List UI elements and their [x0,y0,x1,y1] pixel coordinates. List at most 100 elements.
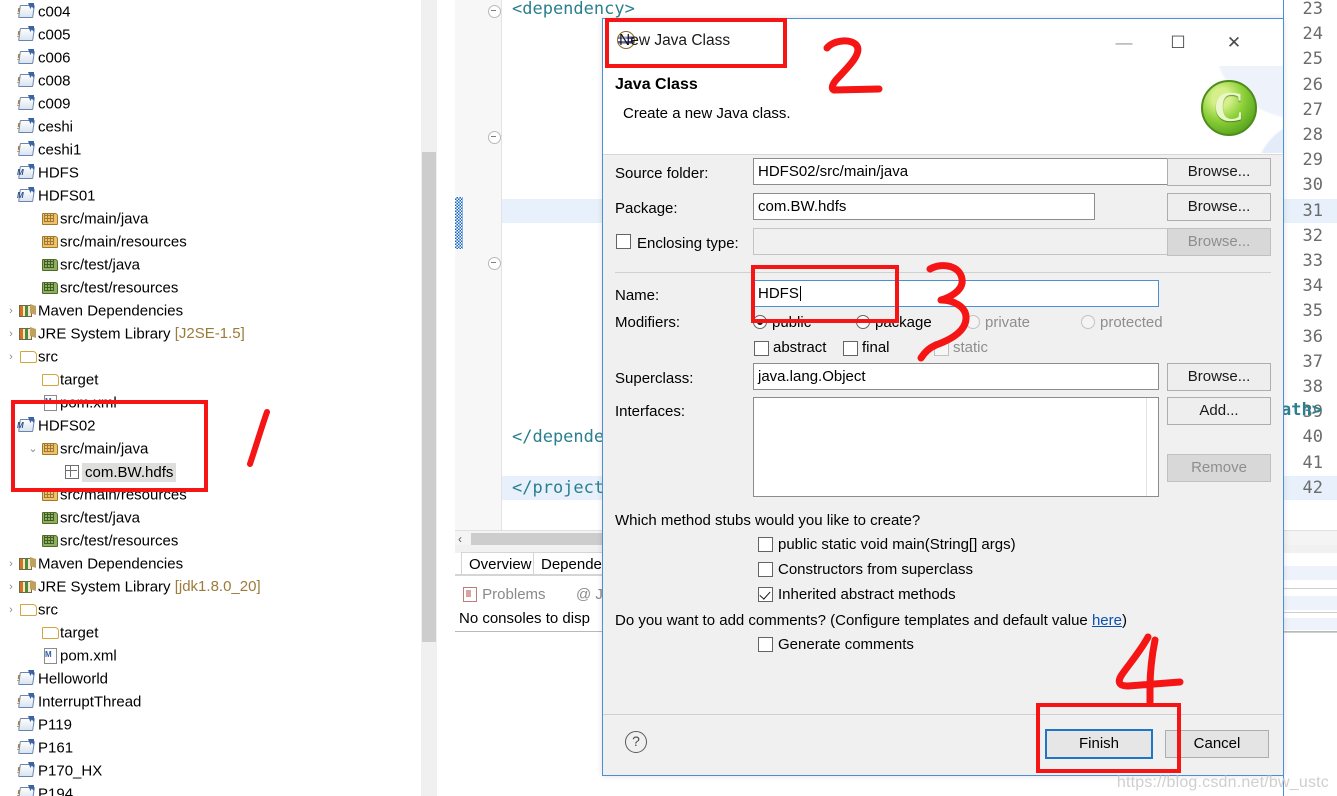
code-fragment-right: ath> [1281,400,1322,420]
tree-twisty-icon[interactable]: › [4,599,18,622]
tree-item[interactable]: M HDFS02 [0,414,437,437]
source-folder-browse-button[interactable]: Browse... [1167,158,1271,186]
tree-twisty-icon[interactable]: › [4,323,18,346]
explorer-scroll-thumb[interactable] [422,152,436,642]
modifier-checkbox-abstract[interactable] [754,341,769,356]
stub-checkbox-2[interactable] [758,587,773,602]
modifier-checkbox-final[interactable] [843,341,858,356]
tree-twisty-icon[interactable]: › [4,346,18,369]
maven-project-icon: M [17,187,38,203]
tree-item[interactable]: › JRE System Library [jdk1.8.0_20] [0,575,437,598]
tree-item[interactable]: ! P170_HX [0,759,437,782]
watermark: https://blog.csdn.net/bw_ustc [1116,774,1329,791]
tree-item[interactable]: M HDFS [0,161,437,184]
code-fold-icon[interactable] [488,257,501,270]
tree-item[interactable]: ⌄ src/main/java [0,437,437,460]
stub-checkbox-0[interactable] [758,537,773,552]
finish-button[interactable]: Finish [1045,729,1153,759]
tree-item[interactable]: com.BW.hdfs [0,460,437,483]
maximize-button[interactable]: ☐ [1155,29,1201,57]
enclosing-type-input[interactable] [753,228,1169,255]
scroll-left-arrow[interactable]: ‹ [458,532,462,546]
tree-item-label: Maven Dependencies [38,555,184,573]
tree-item[interactable]: src/test/java [0,506,437,529]
tree-item-label: JRE System Library [38,578,171,596]
tree-item[interactable]: ! P194 [0,782,437,796]
dialog-title-bar[interactable]: New Java Class — ☐ ✕ [603,19,1283,66]
superclass-browse-button[interactable]: Browse... [1167,363,1271,391]
class-name-input[interactable]: HDFS [753,280,1159,307]
generate-comments-checkbox[interactable] [758,637,773,652]
maven-project-icon: M [17,164,38,180]
tree-twisty-icon[interactable]: › [4,553,18,576]
tree-item[interactable]: ! ceshi1 [0,138,437,161]
tree-item[interactable]: › src [0,345,437,368]
code-fold-icon[interactable] [488,131,501,144]
cancel-button[interactable]: Cancel [1165,730,1269,758]
enclosing-type-checkbox[interactable] [616,234,631,249]
tree-item[interactable]: ! Helloworld [0,667,437,690]
superclass-input[interactable]: java.lang.Object [753,363,1159,390]
tree-item[interactable]: pom.xml [0,644,437,667]
java-project-icon: ! [17,785,38,796]
configure-templates-link[interactable]: here [1092,612,1122,629]
tree-item[interactable]: ! P161 [0,736,437,759]
line-number: 28 [1302,125,1323,145]
warning-overlay-icon: ! [17,720,20,729]
tree-item[interactable]: ! c006 [0,46,437,69]
package-input[interactable]: com.BW.hdfs [753,193,1095,220]
tree-item[interactable]: ! c004 [0,0,437,23]
tree-item[interactable]: target [0,621,437,644]
source-folder-input[interactable]: HDFS02/src/main/java [753,158,1169,185]
new-java-class-dialog[interactable]: New Java Class — ☐ ✕ Java Class Create a… [602,18,1284,776]
folder-icon [40,624,60,640]
tree-item[interactable]: › Maven Dependencies [0,552,437,575]
tree-item[interactable]: pom.xml [0,391,437,414]
maven-overlay-icon: M [17,191,24,200]
modifier-radio-package[interactable] [856,315,870,329]
modifier-radio-public[interactable] [753,315,767,329]
tree-item[interactable]: › src [0,598,437,621]
tree-item[interactable]: › Maven Dependencies [0,299,437,322]
code-fold-icon[interactable] [488,5,501,18]
help-icon[interactable]: ? [625,731,647,753]
tree-item[interactable]: src/test/java [0,253,437,276]
tree-twisty-icon[interactable]: › [4,300,18,323]
minimize-icon: — [1115,33,1133,52]
tree-item[interactable]: M HDFS01 [0,184,437,207]
interfaces-list-scroll[interactable] [1146,398,1158,496]
folder-icon [40,371,60,387]
tree-twisty-icon[interactable]: ⌄ [26,438,40,461]
tree-item[interactable]: src/main/java [0,207,437,230]
close-button[interactable]: ✕ [1211,29,1257,57]
tree-item[interactable]: ! P119 [0,713,437,736]
tree-item[interactable]: src/test/resources [0,529,437,552]
package-explorer[interactable]: ! c004! c005! c006! c008! c009! ceshi! ceshi1 M H… [0,0,437,796]
project-tree[interactable]: ! c004! c005! c006! c008! c009! ceshi! ceshi1 M H… [0,0,437,796]
tree-item-label: P119 [38,716,72,734]
minimize-button[interactable]: — [1101,29,1147,57]
warning-overlay-icon: ! [17,145,20,154]
stub-label-1: Constructors from superclass [778,561,974,578]
tree-item[interactable]: src/test/resources [0,276,437,299]
tree-item[interactable]: target [0,368,437,391]
stub-checkbox-1[interactable] [758,562,773,577]
interfaces-add-button[interactable]: Add... [1167,397,1271,425]
tree-twisty-icon[interactable]: › [4,576,18,599]
warning-overlay-icon: ! [17,30,20,39]
tree-item[interactable]: ! InterruptThread [0,690,437,713]
tree-item[interactable]: src/main/resources [0,483,437,506]
tree-item-label: src/test/java [60,256,141,274]
interfaces-list[interactable] [753,397,1159,497]
tree-item[interactable]: ! c005 [0,23,437,46]
package-browse-button[interactable]: Browse... [1167,193,1271,221]
tree-item[interactable]: ! c008 [0,69,437,92]
interfaces-remove-button: Remove [1167,454,1271,482]
explorer-vertical-scrollbar[interactable] [421,0,437,796]
tree-item[interactable]: ! c009 [0,92,437,115]
tree-item-label: c009 [38,95,71,113]
tree-item[interactable]: src/main/resources [0,230,437,253]
stub-label-2: Inherited abstract methods [778,586,956,603]
tree-item[interactable]: › JRE System Library [J2SE-1.5] [0,322,437,345]
tree-item[interactable]: ! ceshi [0,115,437,138]
